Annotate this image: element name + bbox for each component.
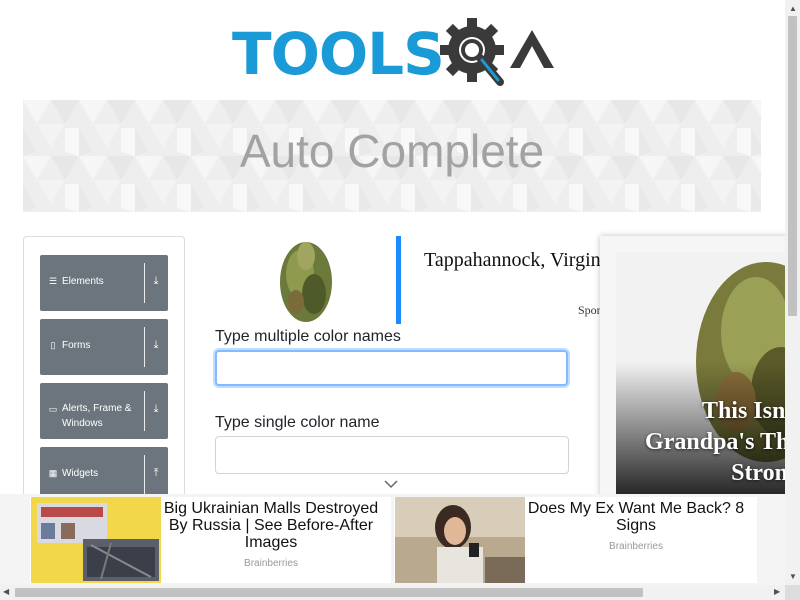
group-divider — [144, 327, 145, 367]
scrollbar-corner — [785, 585, 800, 600]
collapse-up-icon[interactable]: ⤒ — [150, 467, 162, 483]
scroll-up-icon[interactable]: ▲ — [789, 4, 797, 13]
sidebar-group-label: Forms — [62, 340, 91, 351]
horizontal-scroll-thumb[interactable] — [15, 588, 643, 597]
group-divider — [144, 391, 145, 431]
bottom-ad-image-2[interactable] — [395, 497, 525, 583]
side-ad-headline[interactable]: This Isn't Grandpa's The Strong — [600, 396, 800, 489]
ad-accent-bar — [396, 236, 401, 324]
ad-image[interactable] — [270, 236, 342, 324]
page-banner: Auto Complete — [23, 100, 761, 212]
multiple-color-label: Type multiple color names — [215, 328, 401, 345]
horizontal-scrollbar[interactable]: ◀ ▶ — [0, 585, 785, 600]
sidebar-group-forms[interactable]: ▯ Forms ⤓ — [40, 319, 168, 375]
sidebar-group-label: Alerts, Frame & Windows — [62, 403, 132, 429]
logo-text: TOOLS — [232, 20, 445, 88]
ad-headline[interactable]: Tappahannock, Virgin — [424, 249, 601, 272]
sidebar: ☰ Elements ⤓ ▯ Forms ⤓ ▭ Alerts, Frame &… — [23, 236, 185, 538]
grid-icon: ▦ — [48, 468, 58, 478]
bottom-ad-bar: Big Ukrainian Malls Destroyed By Russia … — [0, 494, 785, 586]
side-ad-line: This Isn't — [701, 398, 800, 424]
sidebar-group-elements[interactable]: ☰ Elements ⤓ — [40, 255, 168, 311]
side-ad-line: Grandpa's The — [645, 429, 800, 455]
sidebar-group-label: Widgets — [62, 468, 99, 479]
bottom-ad-source-1: Brainberries — [244, 558, 298, 569]
bottom-ad-title-1[interactable]: Big Ukrainian Malls Destroyed By Russia … — [161, 500, 381, 551]
scroll-left-icon[interactable]: ◀ — [3, 587, 9, 596]
form-icon: ▯ — [50, 340, 56, 350]
group-divider — [144, 455, 145, 495]
single-color-label: Type single color name — [215, 414, 380, 431]
vertical-scrollbar[interactable]: ▲ ▼ — [785, 0, 800, 585]
logo-gear-icon — [440, 18, 554, 86]
group-divider — [144, 263, 145, 303]
ad-sponsored-label: Spon — [578, 303, 603, 317]
sidebar-group-alerts-frame-windows[interactable]: ▭ Alerts, Frame & Windows ⤓ — [40, 383, 168, 439]
side-ad[interactable]: This Isn't Grandpa's The Strong — [600, 236, 800, 498]
bottom-ad-image-1[interactable] — [31, 497, 161, 583]
scroll-right-icon[interactable]: ▶ — [774, 587, 780, 596]
bottom-ad-source-2: Brainberries — [609, 541, 663, 552]
expand-down-icon[interactable]: ⤓ — [150, 403, 162, 419]
sidebar-group-label: Elements — [62, 276, 104, 287]
chevron-down-icon[interactable] — [383, 478, 399, 490]
hamburger-icon: ☰ — [48, 276, 58, 286]
expand-down-icon[interactable]: ⤓ — [150, 339, 162, 355]
page-title: Auto Complete — [239, 125, 545, 177]
side-ad-line: Strong — [731, 460, 800, 486]
window-icon: ▭ — [48, 404, 58, 414]
toolsqa-logo[interactable]: TOOLS — [232, 16, 562, 92]
bottom-ad-title-2[interactable]: Does My Ex Want Me Back? 8 Signs — [525, 500, 747, 534]
single-color-input[interactable] — [215, 436, 569, 474]
scroll-down-icon[interactable]: ▼ — [789, 572, 797, 581]
multiple-color-input[interactable] — [215, 350, 568, 386]
expand-down-icon[interactable]: ⤓ — [150, 275, 162, 291]
vertical-scroll-thumb[interactable] — [788, 16, 797, 316]
